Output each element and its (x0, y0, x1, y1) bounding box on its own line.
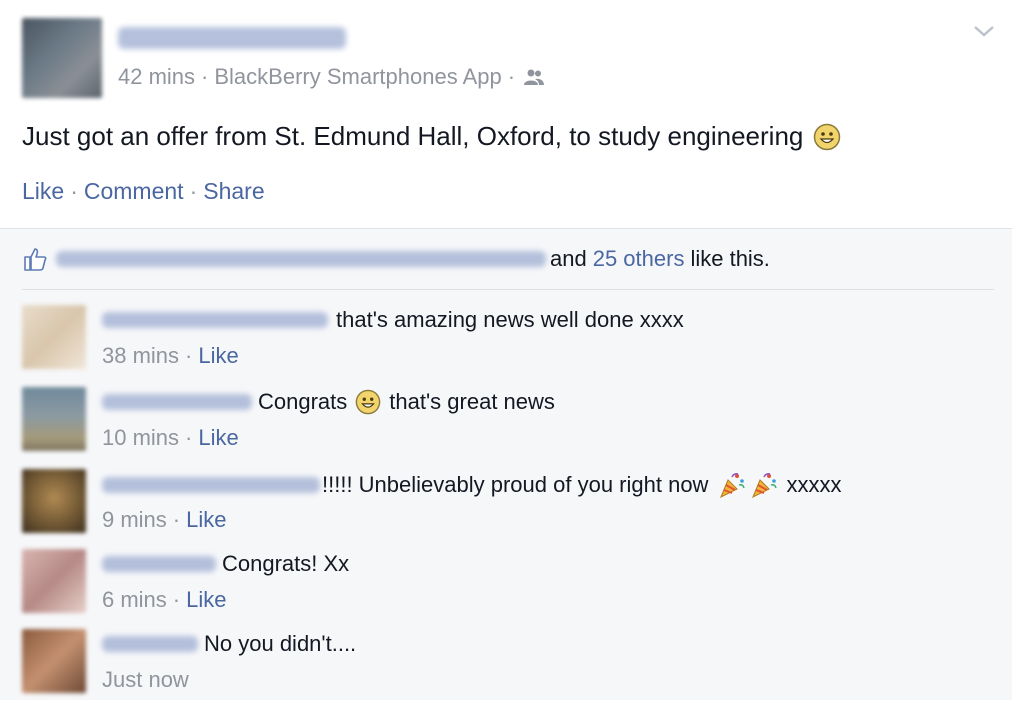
divider (22, 289, 994, 290)
comment-text-before: Congrats (258, 389, 348, 414)
like-thumb-icon (24, 248, 47, 271)
action-separator: · (70, 178, 78, 204)
comment-time[interactable]: 10 mins (102, 425, 179, 451)
comment-item: that's amazing news well done xxxx 38 mi… (22, 305, 982, 383)
likes-and: and (550, 246, 587, 271)
comment-text: !!!!! Unbelievably proud of you right no… (322, 472, 709, 497)
party-popper-icon (752, 473, 778, 499)
comment-meta: 6 mins · Like (102, 587, 226, 613)
commenter-avatar[interactable] (22, 629, 86, 693)
comment-meta: 38 mins · Like (102, 343, 239, 369)
post-time[interactable]: 42 mins (118, 64, 195, 90)
commenter-name-blurred[interactable] (102, 312, 328, 328)
comment-line: !!!!! Unbelievably proud of you right no… (102, 471, 841, 499)
smiley-emoji-icon (814, 123, 841, 150)
comment-item: !!!!! Unbelievably proud of you right no… (22, 469, 982, 547)
meta-separator: · (185, 425, 193, 450)
chevron-down-icon[interactable] (972, 22, 996, 40)
meta-separator: · (172, 587, 181, 612)
share-link[interactable]: Share (203, 178, 264, 205)
comment-meta: 9 mins · Like (102, 507, 226, 533)
commenter-avatar[interactable] (22, 469, 86, 533)
comment-meta: 10 mins · Like (102, 425, 239, 451)
comment-time[interactable]: 6 mins (102, 587, 167, 613)
comment-text: that's amazing news well done xxxx (336, 307, 684, 332)
author-avatar[interactable] (22, 18, 102, 98)
comment-time[interactable]: 9 mins (102, 507, 167, 533)
comment-item: No you didn't.... Just now (22, 629, 982, 707)
likes-summary: and 25 others like this. (22, 245, 770, 273)
feedback-section: and 25 others like this. that's amazing … (0, 228, 1012, 700)
comment-line: No you didn't.... (102, 631, 356, 657)
others-link[interactable]: 25 others (593, 246, 685, 272)
post-actions: Like · Comment · Share (22, 178, 265, 205)
comment-text: No you didn't.... (204, 631, 357, 656)
comment-like-link[interactable]: Like (198, 425, 238, 451)
commenter-name-blurred[interactable] (102, 477, 320, 493)
author-name-blurred[interactable] (118, 27, 346, 49)
commenter-name-blurred[interactable] (102, 394, 252, 410)
comment-link[interactable]: Comment (84, 178, 184, 205)
comment-text: Congrats! Xx (222, 551, 350, 576)
comment-like-link[interactable]: Like (186, 507, 226, 533)
comment-line: Congrats that's great news (102, 389, 555, 415)
comment-meta: Just now (102, 667, 189, 693)
likers-names-blurred[interactable] (56, 251, 546, 267)
comment-item: Congrats that's great news 10 mins · Lik… (22, 387, 982, 465)
commenter-avatar[interactable] (22, 305, 86, 369)
friends-icon[interactable] (523, 68, 545, 86)
action-separator: · (189, 178, 198, 204)
comment-item: Congrats! Xx 6 mins · Like (22, 549, 982, 627)
party-popper-icon (720, 473, 746, 499)
comment-text-after: xxxxx (786, 472, 842, 497)
meta-separator: · (172, 507, 181, 532)
likes-suffix: like this. (690, 246, 770, 271)
meta-separator: · (507, 64, 516, 89)
meta-separator: · (185, 343, 193, 368)
comment-time[interactable]: 38 mins (102, 343, 179, 369)
post-text: Just got an offer from St. Edmund Hall, … (22, 121, 804, 151)
meta-separator: · (201, 64, 209, 89)
smiley-emoji-icon (355, 389, 381, 415)
comment-line: Congrats! Xx (102, 551, 349, 577)
like-link[interactable]: Like (22, 178, 64, 205)
post-meta: 42 mins · BlackBerry Smartphones App · (118, 64, 545, 90)
post-message: Just got an offer from St. Edmund Hall, … (22, 121, 841, 152)
comment-time[interactable]: Just now (102, 667, 189, 693)
commenter-name-blurred[interactable] (102, 556, 216, 572)
commenter-avatar[interactable] (22, 549, 86, 613)
comment-text-after: that's great news (389, 389, 555, 414)
commenter-avatar[interactable] (22, 387, 86, 451)
commenter-name-blurred[interactable] (102, 636, 198, 652)
comment-like-link[interactable]: Like (186, 587, 226, 613)
comment-like-link[interactable]: Like (198, 343, 238, 369)
comment-line: that's amazing news well done xxxx (102, 307, 684, 333)
post-app[interactable]: BlackBerry Smartphones App (214, 64, 501, 90)
post-card: 42 mins · BlackBerry Smartphones App · J… (0, 0, 1012, 228)
